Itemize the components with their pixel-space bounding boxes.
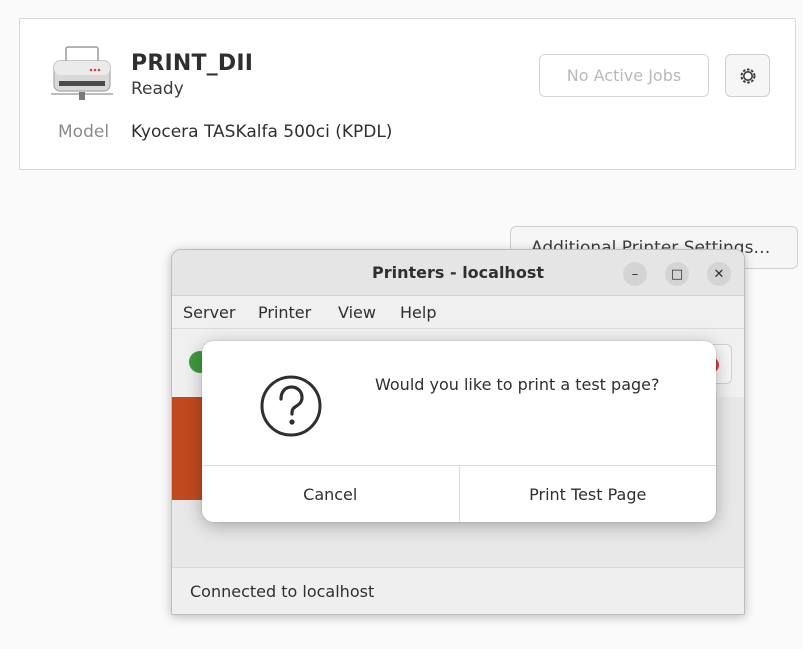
menu-printer[interactable]: Printer [258, 303, 311, 322]
printer-settings-button[interactable] [725, 54, 770, 97]
model-label: Model [58, 122, 110, 142]
printer-name: PRINT_DII [131, 51, 254, 76]
maximize-button[interactable]: □ [665, 262, 689, 286]
dialog-actions: Cancel Print Test Page [202, 465, 716, 522]
titlebar[interactable]: Printers - localhost – □ ✕ [172, 250, 744, 296]
printer-status: Ready [131, 79, 184, 99]
minimize-icon: – [631, 266, 639, 282]
menu-help[interactable]: Help [400, 303, 436, 322]
selected-printer-item[interactable] [172, 397, 202, 500]
dialog-message: Would you like to print a test page? [375, 375, 660, 394]
model-value: Kyocera TASKalfa 500ci (KPDL) [131, 122, 393, 142]
test-page-dialog: Would you like to print a test page? Can… [202, 341, 716, 522]
jobs-button[interactable]: No Active Jobs [539, 54, 709, 97]
menu-server[interactable]: Server [183, 303, 235, 322]
menubar: Server Printer View Help [172, 296, 744, 329]
close-button[interactable]: ✕ [707, 262, 731, 286]
status-text: Connected to localhost [190, 582, 375, 601]
question-icon [260, 375, 322, 437]
minimize-button[interactable]: – [623, 262, 647, 286]
status-bar: Connected to localhost [172, 567, 744, 614]
window-title: Printers - localhost [372, 263, 544, 282]
printer-icon [51, 46, 113, 100]
close-icon: ✕ [713, 266, 725, 282]
screen: PRINT_DII Ready Model Kyocera TASKalfa 5… [0, 0, 803, 649]
print-test-page-button[interactable]: Print Test Page [458, 466, 716, 522]
menu-view[interactable]: View [338, 303, 376, 322]
maximize-icon: □ [670, 266, 684, 282]
cancel-button[interactable]: Cancel [202, 466, 459, 522]
gear-icon [740, 68, 755, 83]
printer-card: PRINT_DII Ready Model Kyocera TASKalfa 5… [19, 18, 796, 170]
